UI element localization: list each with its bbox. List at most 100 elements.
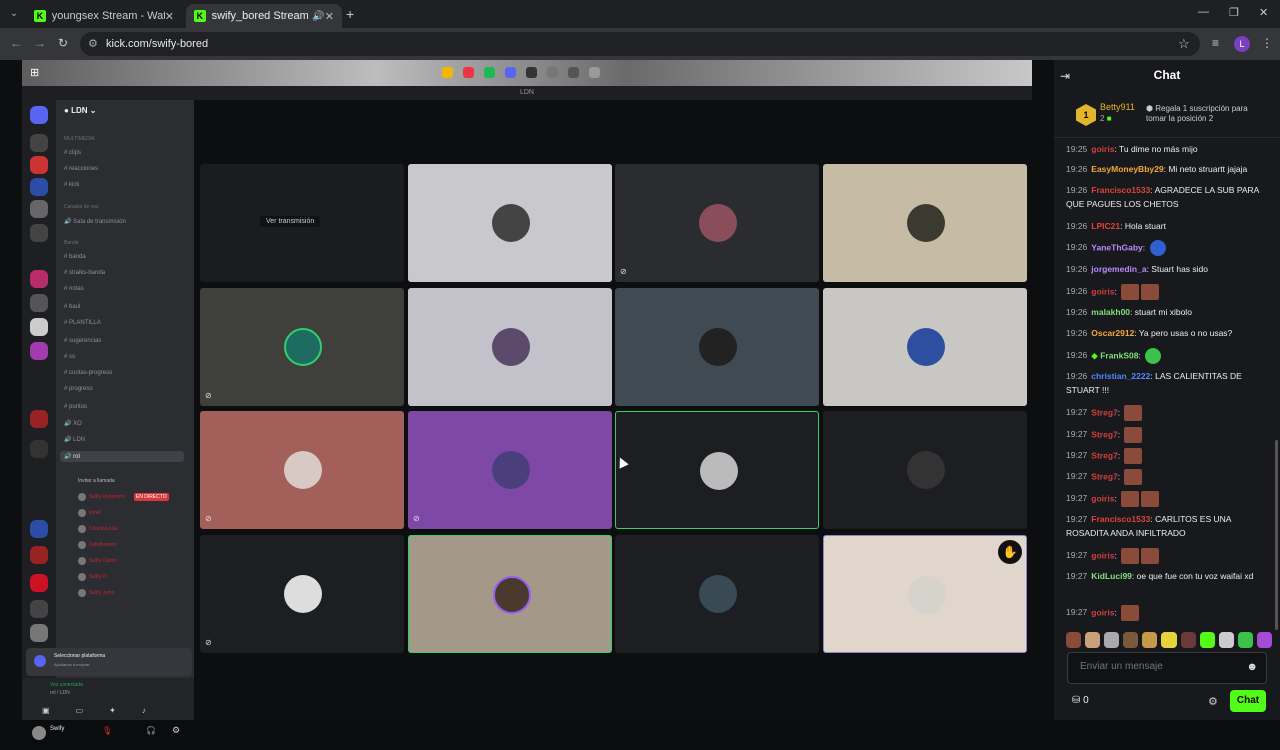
platform-popup[interactable]: Seleccionar plataforma Ayúdanos a mejora… bbox=[26, 648, 192, 676]
soundboard-icon[interactable]: ♪ bbox=[142, 706, 146, 715]
emote-icon[interactable] bbox=[1180, 632, 1196, 648]
bookmark-star-icon[interactable]: ☆ bbox=[1178, 36, 1190, 52]
screen-share-icon[interactable]: ▭ bbox=[76, 706, 84, 715]
channel-reacciones[interactable]: # reacciones bbox=[64, 166, 98, 172]
send-chat-button[interactable]: Chat bbox=[1230, 690, 1266, 712]
channel-straiks-banda[interactable]: # straiks-banda bbox=[64, 270, 105, 276]
speaker-icon[interactable]: 🔊 bbox=[312, 11, 324, 22]
gift-sub-prompt[interactable]: ⬢ Regala 1 suscripción para tomar la pos… bbox=[1146, 104, 1266, 124]
close-icon[interactable]: ✕ bbox=[325, 10, 334, 23]
invite-call[interactable]: Invitar a llamada bbox=[78, 478, 115, 484]
participant-tile-speaking[interactable] bbox=[408, 535, 612, 653]
chat-message-input[interactable] bbox=[1080, 661, 1240, 672]
channel-plantilla[interactable]: # PLANTILLA bbox=[64, 320, 101, 326]
chat-settings-icon[interactable]: ⚙ bbox=[1208, 695, 1218, 708]
participant-tile[interactable]: ✋ bbox=[823, 535, 1027, 653]
participant-tile[interactable] bbox=[823, 164, 1027, 282]
channel-puntos[interactable]: # puntos bbox=[64, 404, 87, 410]
channel-kick[interactable]: # kick bbox=[64, 182, 79, 188]
emote-icon[interactable] bbox=[1256, 632, 1273, 648]
participant-tile[interactable] bbox=[408, 288, 612, 406]
participant-tile[interactable] bbox=[823, 288, 1027, 406]
participant-tile[interactable]: ⊘ bbox=[200, 535, 404, 653]
browser-tab[interactable]: K youngsex Stream - Watch Live o ✕ bbox=[26, 4, 182, 28]
new-tab-icon[interactable]: + bbox=[346, 6, 354, 22]
channel-category[interactable]: Banda bbox=[64, 240, 78, 246]
menu-kebab-icon[interactable]: ⋮ bbox=[1261, 36, 1273, 50]
mute-icon[interactable]: 🎙 bbox=[102, 726, 112, 735]
minimize-icon[interactable]: — bbox=[1198, 6, 1209, 18]
participant-tile[interactable]: ⊘ bbox=[200, 288, 404, 406]
channel-progreso[interactable]: # progreso bbox=[64, 386, 93, 392]
settings-icon[interactable]: ⚙ bbox=[172, 725, 180, 736]
voice-user[interactable]: ChuckyLoSa bbox=[78, 525, 117, 533]
voice-user[interactable]: kimel bbox=[78, 509, 101, 517]
emote-icon[interactable] bbox=[1199, 632, 1215, 648]
channel-sugerencias[interactable]: # sugerencias bbox=[64, 338, 101, 344]
channel-ldn[interactable]: 🔊 LDN bbox=[64, 436, 85, 443]
voice-user[interactable]: Swify Carlos bbox=[78, 557, 117, 565]
participant-tile[interactable]: ⊘ bbox=[408, 411, 612, 529]
voice-user[interactable]: FabyBerenic bbox=[78, 541, 117, 549]
reload-icon[interactable]: ↻ bbox=[58, 36, 68, 50]
emote-icon[interactable] bbox=[1218, 632, 1234, 648]
participant-tile-speaking[interactable] bbox=[615, 411, 819, 529]
stream-player[interactable]: ⊞ LDN ● LDN ⌄ MULTIMEDIA # clips # reacc… bbox=[0, 60, 1054, 740]
camera-icon[interactable]: ▣ bbox=[42, 706, 50, 715]
voice-user[interactable]: Swify Jamo bbox=[78, 589, 115, 597]
emoji-picker-icon[interactable]: ☻ bbox=[1246, 661, 1258, 673]
channel-cuotas-progreso[interactable]: # cuotas-progreso bbox=[64, 370, 112, 376]
participant-tile[interactable] bbox=[615, 288, 819, 406]
url-field[interactable]: ⚙ kick.com/swify-bored bbox=[80, 32, 1200, 56]
channel-category[interactable]: Canales de voz bbox=[64, 204, 98, 210]
channel-clips[interactable]: # clips bbox=[64, 150, 81, 156]
channel-rol[interactable]: 🔊 rol bbox=[60, 451, 184, 462]
watch-stream-button[interactable]: Ver transmisión bbox=[260, 216, 321, 227]
avatar[interactable] bbox=[32, 726, 46, 740]
back-icon[interactable]: ← bbox=[10, 36, 22, 50]
channel-sala-transmision[interactable]: 🔊 Sala de transmisión bbox=[64, 218, 126, 225]
stream-preview-tile[interactable]: Ver transmisión bbox=[200, 164, 404, 282]
participant-tile[interactable]: ⊘ bbox=[200, 411, 404, 529]
site-info-icon[interactable]: ⚙ bbox=[88, 32, 98, 56]
channel-category[interactable]: MULTIMEDIA bbox=[64, 136, 94, 142]
gift-icon: ⬢ bbox=[1146, 104, 1153, 113]
forward-icon[interactable]: → bbox=[34, 36, 46, 50]
participant-tile[interactable] bbox=[408, 164, 612, 282]
channel-points[interactable]: ⛁ 0 bbox=[1072, 695, 1089, 706]
profile-avatar[interactable]: L bbox=[1234, 36, 1250, 52]
extensions-icon[interactable]: ≡ bbox=[1212, 36, 1219, 50]
voice-user[interactable]: Swify Roberticio EN DIRECTO bbox=[78, 493, 169, 501]
voice-user[interactable]: Swify Pi bbox=[78, 573, 107, 581]
participant-tile[interactable] bbox=[615, 535, 819, 653]
emote-icon[interactable] bbox=[1104, 632, 1120, 648]
chat-message: 19:26 Oscar2912: Ya pero usas o no usas? bbox=[1066, 328, 1233, 338]
chat-message: 19:26 Francisco1533: AGRADECE LA SUB PARA… bbox=[1066, 185, 1259, 209]
emote-icon[interactable] bbox=[1123, 632, 1139, 648]
close-icon[interactable]: ✕ bbox=[165, 10, 174, 23]
activities-icon[interactable]: ✦ bbox=[109, 706, 116, 715]
emote-icon[interactable] bbox=[1161, 632, 1177, 648]
chat-footer: ⛁ 0 ⚙ Chat bbox=[1054, 688, 1280, 718]
channel-xo[interactable]: 🔊 XO bbox=[64, 420, 82, 427]
chat-scrollbar[interactable] bbox=[1275, 440, 1278, 630]
chat-message: 19:26 christian_2222: LAS CALIENTITAS DE … bbox=[1066, 371, 1242, 395]
channel-baul[interactable]: # baul bbox=[64, 304, 80, 310]
tab-search-icon[interactable]: ⌄ bbox=[6, 6, 22, 22]
emote-icon[interactable] bbox=[1237, 632, 1253, 648]
participant-tile[interactable] bbox=[823, 411, 1027, 529]
browser-tab-active[interactable]: K swify_bored Stream - Watch 🔊 ✕ bbox=[186, 4, 342, 28]
headset-icon[interactable]: 🎧 bbox=[146, 726, 156, 735]
leader-username[interactable]: Betty911 bbox=[1100, 102, 1135, 112]
restore-icon[interactable]: ❐ bbox=[1229, 6, 1239, 19]
window-close-icon[interactable]: ✕ bbox=[1259, 6, 1268, 19]
channel-notas[interactable]: # notas bbox=[64, 286, 84, 292]
emote-icon[interactable] bbox=[1085, 632, 1101, 648]
channel-banda[interactable]: # banda bbox=[64, 254, 86, 260]
participant-tile[interactable]: ⊘ bbox=[615, 164, 819, 282]
server-name[interactable]: ● LDN ⌄ bbox=[64, 106, 96, 115]
emote-icon[interactable] bbox=[1142, 632, 1158, 648]
channel-ss[interactable]: # ss bbox=[64, 354, 75, 360]
emote-icon bbox=[1141, 491, 1160, 507]
emote-icon[interactable] bbox=[1066, 632, 1082, 648]
